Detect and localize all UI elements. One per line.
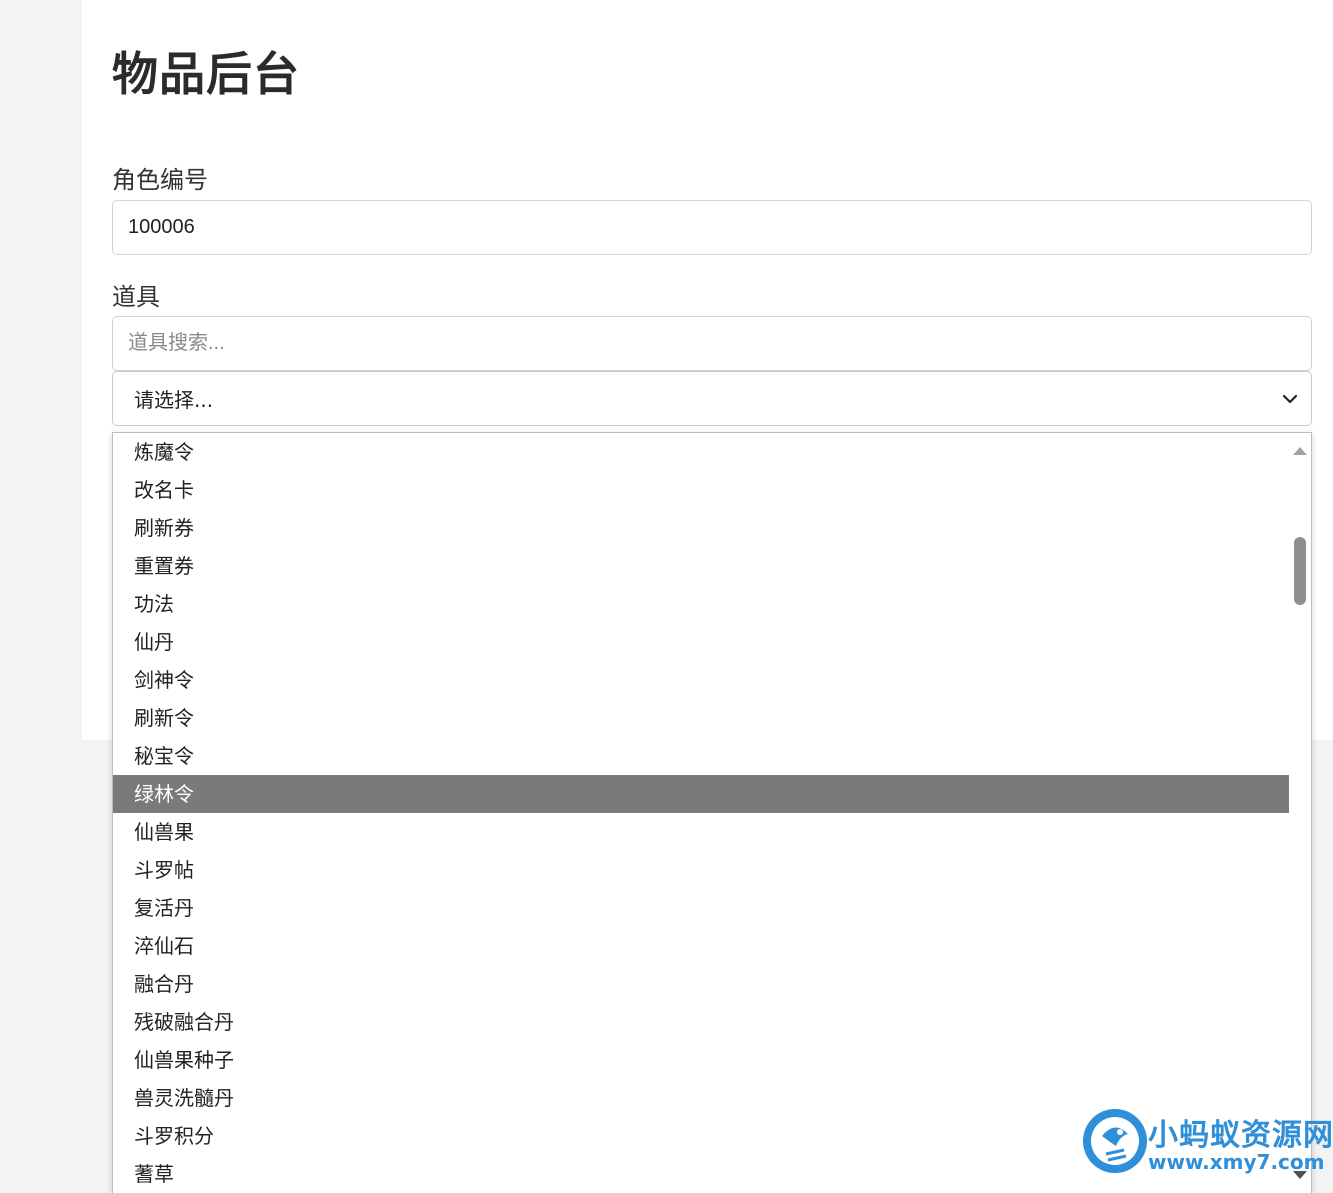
item-search-input[interactable] bbox=[112, 316, 1312, 371]
role-id-input[interactable] bbox=[112, 200, 1312, 255]
chevron-down-icon bbox=[1282, 394, 1298, 404]
watermark: 小蚂蚁资源网 www.xmy7.com bbox=[1078, 1104, 1333, 1184]
dropdown-option[interactable]: 仙兽果 bbox=[113, 813, 1289, 851]
dropdown-option[interactable]: 重置券 bbox=[113, 547, 1289, 585]
ant-logo-icon bbox=[1083, 1109, 1147, 1173]
dropdown-option[interactable]: 绿林令 bbox=[113, 775, 1289, 813]
dropdown-scrollbar[interactable] bbox=[1289, 433, 1311, 1193]
scrollbar-thumb[interactable] bbox=[1294, 537, 1306, 605]
dropdown-option[interactable]: 秘宝令 bbox=[113, 737, 1289, 775]
option-list: 炼魔令 改名卡 刷新券 重置券 功法 仙丹 剑神令 刷新令 秘宝令 绿林令 仙兽果 斗罗帖 复活丹 淬仙石… bbox=[113, 433, 1289, 1193]
item-label: 道具 bbox=[112, 283, 160, 311]
dropdown-option[interactable]: 残破融合丹 bbox=[113, 1003, 1289, 1041]
dropdown-option[interactable]: 仙丹 bbox=[113, 623, 1289, 661]
dropdown-option[interactable]: 刷新令 bbox=[113, 699, 1289, 737]
item-dropdown-list[interactable]: 炼魔令 改名卡 刷新券 重置券 功法 仙丹 剑神令 刷新令 秘宝令 绿林令 仙兽果 斗罗帖 复活丹 淬仙石… bbox=[112, 432, 1312, 1193]
dropdown-option[interactable]: 刷新券 bbox=[113, 509, 1289, 547]
dropdown-option[interactable]: 复活丹 bbox=[113, 889, 1289, 927]
item-select-value: 请选择... bbox=[134, 388, 214, 412]
dropdown-option[interactable]: 仙兽果种子 bbox=[113, 1041, 1289, 1079]
dropdown-option[interactable]: 剑神令 bbox=[113, 661, 1289, 699]
dropdown-option[interactable]: 融合丹 bbox=[113, 965, 1289, 1003]
dropdown-option[interactable]: 斗罗帖 bbox=[113, 851, 1289, 889]
watermark-url: www.xmy7.com bbox=[1148, 1150, 1325, 1174]
item-select[interactable]: 请选择... bbox=[112, 371, 1312, 426]
dropdown-option[interactable]: 改名卡 bbox=[113, 471, 1289, 509]
scroll-up-arrow-icon[interactable] bbox=[1293, 447, 1307, 455]
dropdown-option[interactable]: 功法 bbox=[113, 585, 1289, 623]
page-title: 物品后台 bbox=[112, 47, 300, 101]
role-id-label: 角色编号 bbox=[112, 166, 208, 194]
dropdown-option[interactable]: 淬仙石 bbox=[113, 927, 1289, 965]
watermark-name: 小蚂蚁资源网 bbox=[1148, 1118, 1333, 1153]
dropdown-option[interactable]: 炼魔令 bbox=[113, 433, 1289, 471]
